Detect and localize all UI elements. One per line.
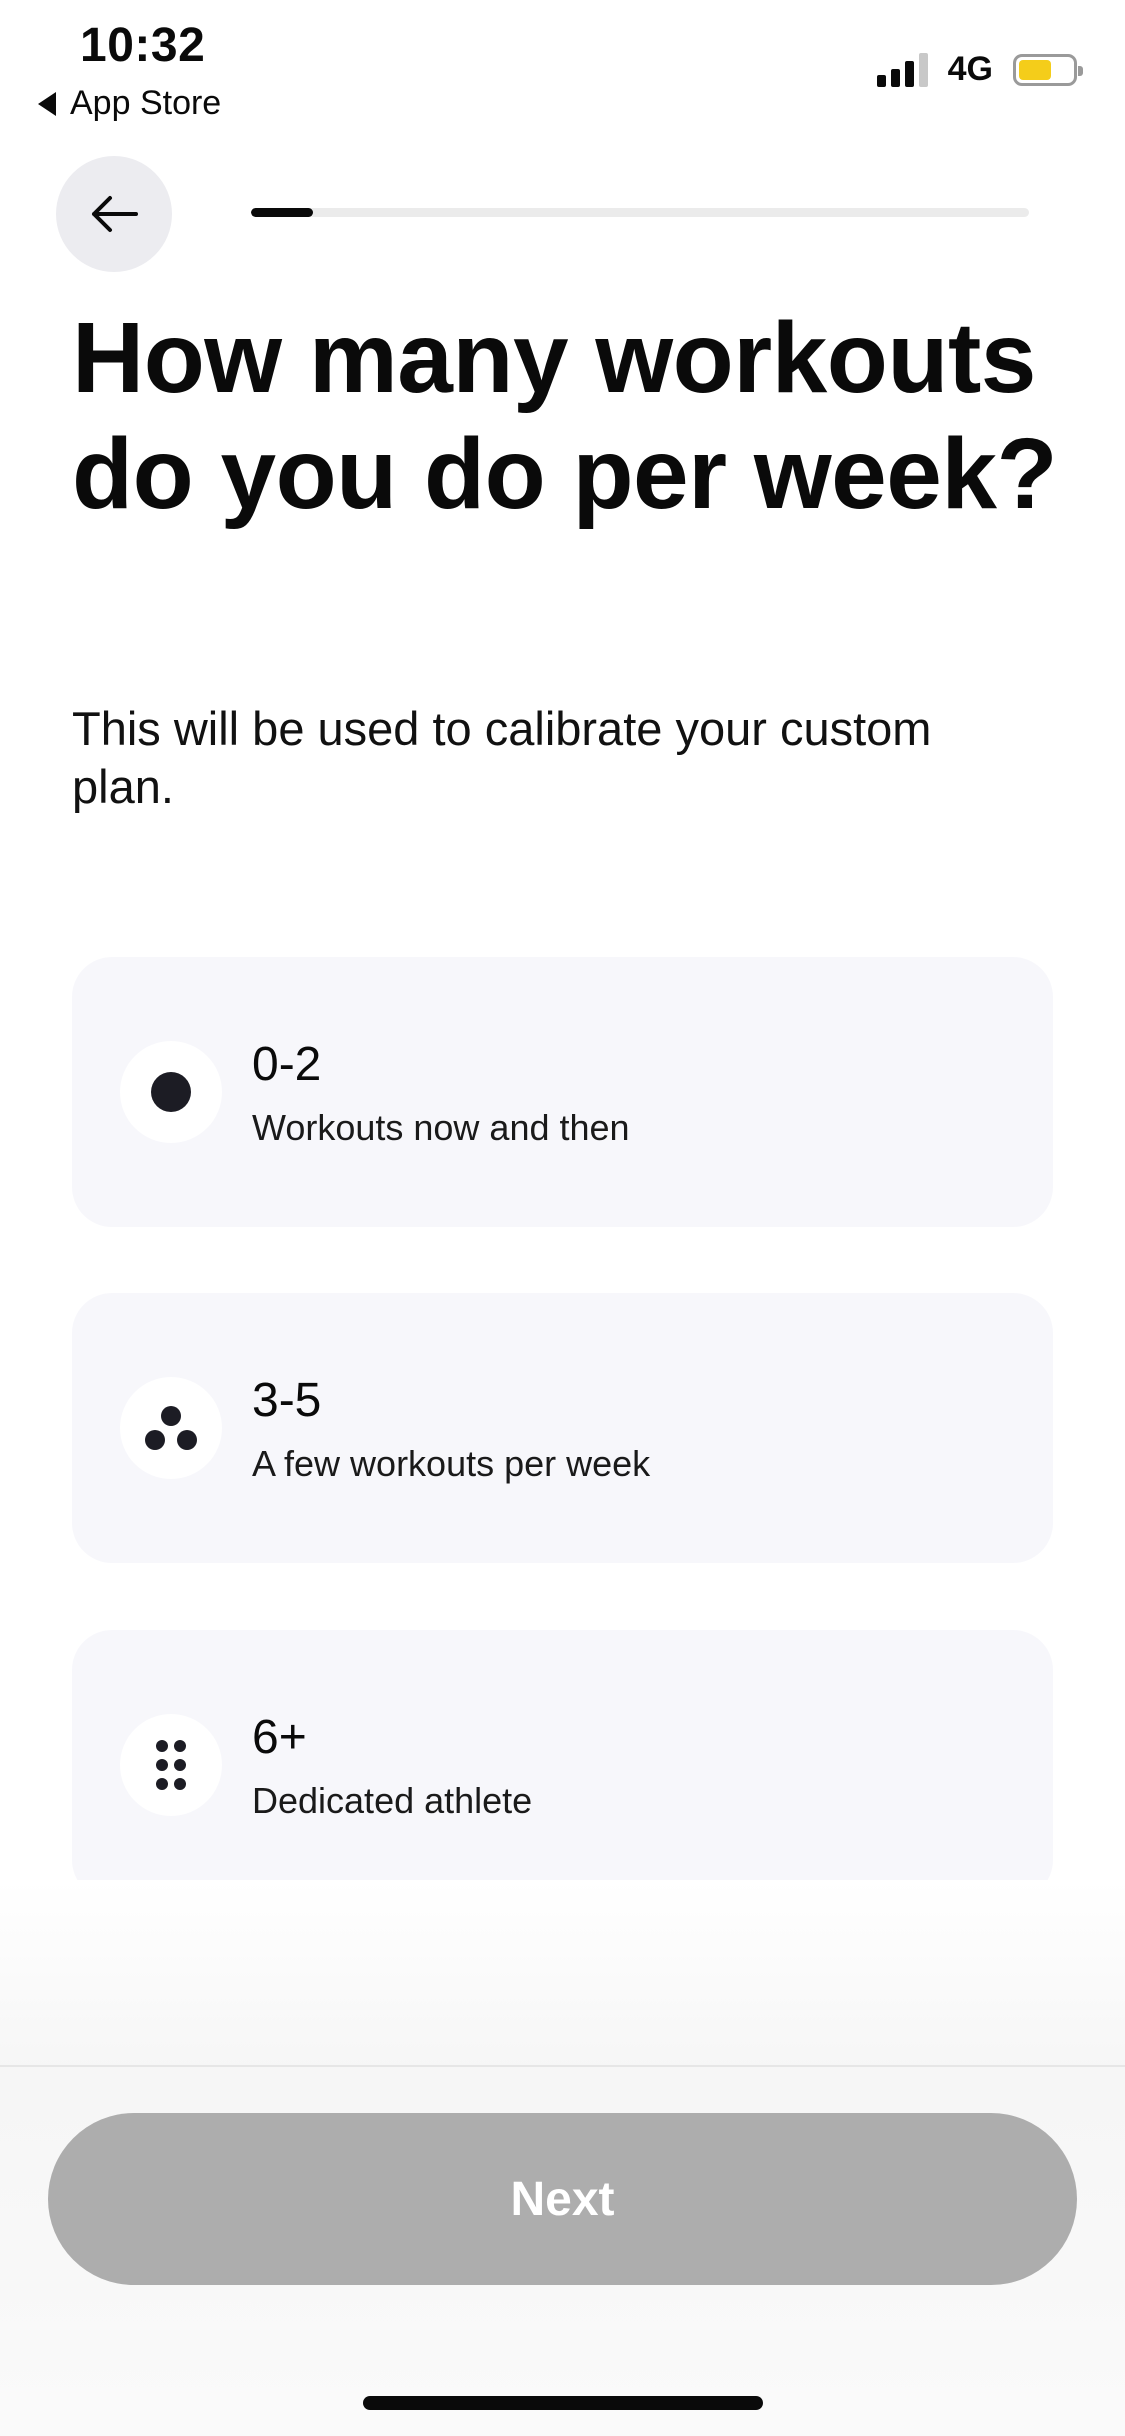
battery-fill xyxy=(1019,59,1052,80)
arrow-left-icon xyxy=(92,196,138,232)
single-dot-icon xyxy=(120,1041,222,1143)
footer-divider xyxy=(0,2065,1125,2067)
progress-fill xyxy=(251,208,314,217)
option-6-plus[interactable]: 6+ Dedicated athlete xyxy=(72,1630,1053,1900)
six-dots-icon xyxy=(120,1714,222,1816)
three-dots-icon xyxy=(120,1377,222,1479)
back-triangle-icon xyxy=(38,91,56,116)
option-description: Workouts now and then xyxy=(252,1107,630,1148)
network-type: 4G xyxy=(947,50,993,88)
option-label: 6+ xyxy=(252,1711,307,1764)
screen: 10:32 App Store 4G How many workouts do … xyxy=(0,0,1125,2436)
option-0-2[interactable]: 0-2 Workouts now and then xyxy=(72,957,1053,1227)
option-3-5[interactable]: 3-5 A few workouts per week xyxy=(72,1293,1053,1563)
page-subtitle: This will be used to calibrate your cust… xyxy=(72,702,932,813)
page-title: How many workouts do you do per week? xyxy=(72,302,1058,530)
onboarding-progress-bar xyxy=(251,208,1029,217)
cellular-signal-icon xyxy=(876,52,928,87)
back-app-label: App Store xyxy=(70,84,222,122)
option-label: 0-2 xyxy=(252,1038,322,1091)
battery-icon xyxy=(1013,53,1083,86)
option-description: Dedicated athlete xyxy=(252,1780,533,1821)
option-label: 3-5 xyxy=(252,1374,322,1427)
back-to-app-link[interactable]: App Store xyxy=(38,84,221,123)
back-button[interactable] xyxy=(56,156,172,272)
next-button[interactable]: Next xyxy=(48,2113,1077,2285)
status-time: 10:32 xyxy=(80,19,206,72)
home-indicator xyxy=(363,2396,763,2410)
option-description: A few workouts per week xyxy=(252,1443,651,1484)
status-indicators: 4G xyxy=(876,50,1083,89)
